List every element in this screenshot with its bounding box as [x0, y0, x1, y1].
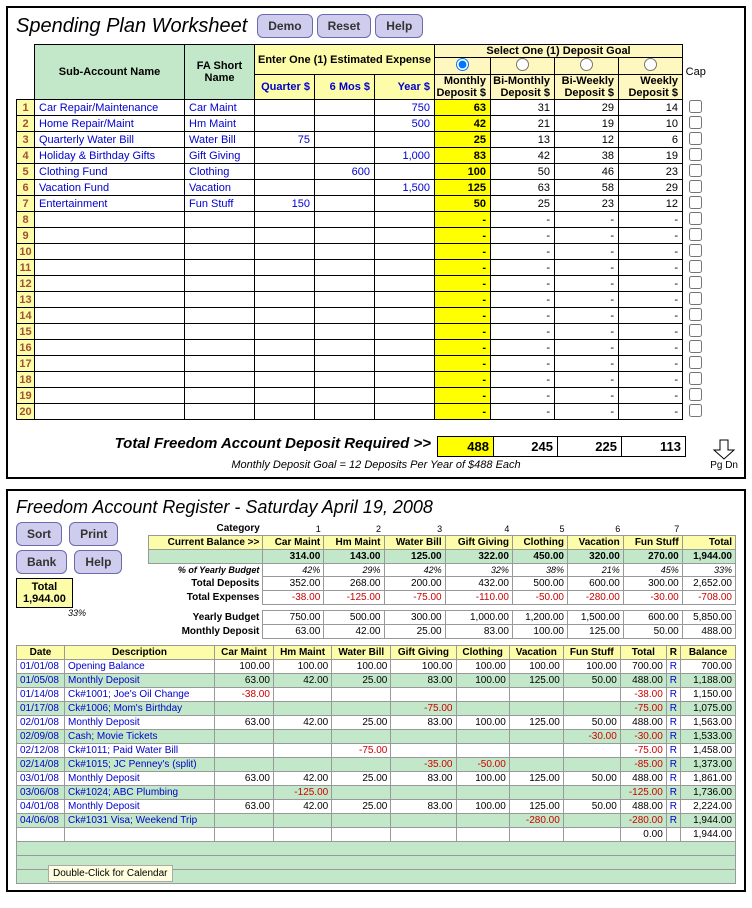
table-row[interactable]: 10---- [17, 244, 709, 260]
table-row[interactable]: 2Home Repair/MaintHm Maint50042211910 [17, 116, 709, 132]
col-cap: Cap [683, 45, 709, 100]
col-biweekly: Bi-Weekly Deposit $ [555, 75, 619, 100]
radio-weekly[interactable] [644, 58, 657, 71]
spending-plan-worksheet: Spending Plan Worksheet Demo Reset Help … [6, 6, 746, 479]
col-year: Year $ [375, 75, 435, 100]
total-biweekly: 225 [558, 437, 622, 457]
table-row[interactable]: 6Vacation FundVacation1,500125635829 [17, 180, 709, 196]
table-row[interactable]: 1Car Repair/MaintenanceCar Maint75063312… [17, 100, 709, 116]
cap-checkbox[interactable] [689, 100, 702, 113]
worksheet-title: Spending Plan Worksheet [16, 15, 247, 38]
cap-checkbox[interactable] [689, 308, 702, 321]
transaction-row[interactable]: 03/01/08Monthly Deposit63.0042.0025.0083… [17, 772, 736, 786]
table-row[interactable]: 19---- [17, 388, 709, 404]
transaction-row[interactable]: 01/01/08Opening Balance100.00100.00100.0… [17, 660, 736, 674]
bank-button[interactable]: Bank [16, 550, 67, 574]
demo-button[interactable]: Demo [257, 14, 312, 38]
page-down-button[interactable]: Pg Dn [710, 438, 738, 471]
table-row[interactable]: 16---- [17, 340, 709, 356]
cap-checkbox[interactable] [689, 148, 702, 161]
transaction-row[interactable]: 02/01/08Monthly Deposit63.0042.0025.0083… [17, 716, 736, 730]
radio-monthly[interactable] [456, 58, 469, 71]
cap-checkbox[interactable] [689, 228, 702, 241]
calendar-tooltip: Double-Click for Calendar [48, 865, 173, 882]
arrow-down-icon [712, 438, 736, 460]
table-row[interactable]: 5Clothing FundClothing600100504623 [17, 164, 709, 180]
table-row[interactable]: 15---- [17, 324, 709, 340]
table-row[interactable]: 7EntertainmentFun Stuff15050252312 [17, 196, 709, 212]
cap-checkbox[interactable] [689, 404, 702, 417]
cap-checkbox[interactable] [689, 244, 702, 257]
cap-checkbox[interactable] [689, 260, 702, 273]
cap-checkbox[interactable] [689, 276, 702, 289]
table-row[interactable]: 9---- [17, 228, 709, 244]
transaction-row[interactable]: 02/14/08Ck#1015; JC Penney's (split)-35.… [17, 758, 736, 772]
help-button-reg[interactable]: Help [74, 550, 122, 574]
col-quarter: Quarter $ [255, 75, 315, 100]
table-row[interactable]: 18---- [17, 372, 709, 388]
col-date: Date [17, 646, 65, 660]
cap-checkbox[interactable] [689, 388, 702, 401]
cap-checkbox[interactable] [689, 132, 702, 145]
table-row[interactable]: 11---- [17, 260, 709, 276]
cap-checkbox[interactable] [689, 292, 702, 305]
cap-checkbox[interactable] [689, 340, 702, 353]
footnote: Monthly Deposit Goal = 12 Deposits Per Y… [16, 459, 736, 471]
transaction-row[interactable]: 01/17/08Ck#1006; Mom's Birthday-75.00-75… [17, 702, 736, 716]
transaction-table: Date Description Car MaintHm MaintWater … [16, 645, 736, 884]
col-est-expense: Enter One (1) Estimated Expense [255, 45, 435, 75]
transaction-row[interactable]: 01/14/08Ck#1001; Joe's Oil Change-38.00-… [17, 688, 736, 702]
cap-checkbox[interactable] [689, 116, 702, 129]
table-row[interactable]: 12---- [17, 276, 709, 292]
radio-bimonthly[interactable] [516, 58, 529, 71]
total-balance-box: Total 1,944.00 [16, 578, 73, 608]
cap-checkbox[interactable] [689, 356, 702, 369]
table-row[interactable]: 17---- [17, 356, 709, 372]
totals-label: Total Freedom Account Deposit Required >… [16, 435, 437, 452]
print-button[interactable]: Print [69, 522, 118, 546]
transaction-row[interactable]: 02/12/08Ck#1011; Paid Water Bill-75.00-7… [17, 744, 736, 758]
col-sub-account: Sub-Account Name [35, 45, 185, 100]
select-goal-label: Select One (1) Deposit Goal [435, 45, 683, 58]
table-row[interactable]: 4Holiday & Birthday GiftsGift Giving1,00… [17, 148, 709, 164]
col-bimonthly: Bi-Monthly Deposit $ [491, 75, 555, 100]
total-monthly: 488 [438, 437, 494, 457]
transaction-row[interactable]: 03/06/08Ck#1024; ABC Plumbing-125.00-125… [17, 786, 736, 800]
cap-checkbox[interactable] [689, 164, 702, 177]
cap-checkbox[interactable] [689, 196, 702, 209]
total-bimonthly: 245 [494, 437, 558, 457]
total-weekly: 113 [622, 437, 686, 457]
transaction-row[interactable]: 02/09/08Cash; Movie Tickets-30.00-30.00R… [17, 730, 736, 744]
col-weekly: Weekly Deposit $ [619, 75, 683, 100]
worksheet-table: Sub-Account Name FA Short Name Enter One… [16, 44, 709, 420]
col-monthly: Monthly Deposit $ [435, 75, 491, 100]
radio-biweekly[interactable] [580, 58, 593, 71]
reset-button[interactable]: Reset [317, 14, 372, 38]
cap-checkbox[interactable] [689, 324, 702, 337]
register-title: Freedom Account Register - Saturday Apri… [16, 497, 736, 518]
cap-checkbox[interactable] [689, 372, 702, 385]
col-fa-short: FA Short Name [185, 45, 255, 100]
cap-checkbox[interactable] [689, 212, 702, 225]
help-button[interactable]: Help [375, 14, 423, 38]
cap-checkbox[interactable] [689, 180, 702, 193]
transaction-row[interactable]: 04/01/08Monthly Deposit63.0042.0025.0083… [17, 800, 736, 814]
col-desc: Description [65, 646, 215, 660]
freedom-account-register: Freedom Account Register - Saturday Apri… [6, 489, 746, 892]
col-sixmos: 6 Mos $ [315, 75, 375, 100]
summary-table: Category1234567 Current Balance >>Car Ma… [148, 522, 736, 639]
sort-button[interactable]: Sort [16, 522, 62, 546]
transaction-row[interactable]: 0.001,944.00 [17, 828, 736, 842]
table-row[interactable]: 20---- [17, 404, 709, 420]
table-row[interactable]: 3Quarterly Water BillWater Bill752513126 [17, 132, 709, 148]
transaction-row[interactable]: 01/05/08Monthly Deposit63.0042.0025.0083… [17, 674, 736, 688]
table-row[interactable]: 14---- [17, 308, 709, 324]
transaction-row[interactable]: 04/06/08Ck#1031 Visa; Weekend Trip-280.0… [17, 814, 736, 828]
table-row[interactable]: 8---- [17, 212, 709, 228]
table-row[interactable]: 13---- [17, 292, 709, 308]
